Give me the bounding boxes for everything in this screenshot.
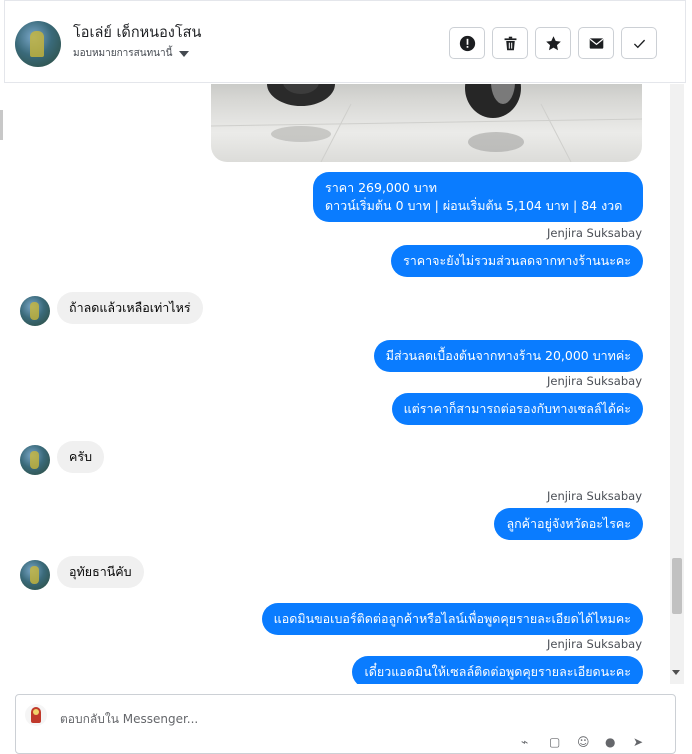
outgoing-message[interactable]: ลูกค้าอยู่จังหวัดอะไรคะ bbox=[494, 508, 643, 540]
left-edge-marker bbox=[0, 110, 3, 140]
caret-down-icon bbox=[179, 50, 190, 57]
delete-button[interactable] bbox=[492, 27, 528, 59]
outgoing-message[interactable]: เดี๋ยวแอดมินให้เซลล์ติดต่อพูดคุยรายละเอี… bbox=[352, 656, 643, 684]
mark-unread-button[interactable] bbox=[578, 27, 614, 59]
envelope-icon bbox=[589, 37, 603, 49]
contact-avatar-small[interactable] bbox=[20, 445, 50, 475]
assign-conversation-dropdown[interactable]: มอบหมายการสนทนานี้ bbox=[73, 46, 190, 61]
contact-avatar-small[interactable] bbox=[20, 560, 50, 590]
sticker-icon[interactable]: ● bbox=[605, 735, 619, 749]
outgoing-message[interactable]: มีส่วนลดเบื้องต้นจากทางร้าน 20,000 บาทค่… bbox=[373, 340, 643, 372]
attachment-icon[interactable]: ⌁ bbox=[521, 735, 535, 749]
scrollbar-thumb[interactable] bbox=[672, 558, 682, 614]
incoming-message[interactable]: อุทัยธานีคับ bbox=[57, 556, 144, 588]
message-text: ดาวน์เริ่มต้น 0 บาท | ผ่อนเริ่มต้น 5,104… bbox=[325, 198, 623, 213]
outgoing-message[interactable]: ราคาจะยังไม่รวมส่วนลดจากทางร้านนะคะ bbox=[391, 245, 643, 277]
page-avatar bbox=[25, 704, 47, 726]
star-icon bbox=[545, 35, 561, 50]
contact-avatar-small[interactable] bbox=[20, 296, 50, 326]
assign-label: มอบหมายการสนทนานี้ bbox=[73, 48, 173, 59]
outgoing-message[interactable]: แต่ราคาก็สามารถต่อรองกับทางเซลล์ได้ค่ะ bbox=[391, 393, 643, 425]
sender-name: Jenjira Suksabay bbox=[546, 637, 642, 651]
mark-done-button[interactable] bbox=[621, 27, 657, 59]
reply-input[interactable]: ตอบกลับใน Messenger... bbox=[60, 710, 198, 729]
incoming-message[interactable]: ครับ bbox=[57, 441, 105, 473]
incoming-message[interactable]: ถ้าลดแล้วเหลือเท่าไหร่ bbox=[57, 292, 203, 324]
sender-name: Jenjira Suksabay bbox=[546, 226, 642, 240]
composer-toolbar: ⌁ ▢ ☺ ● ➤ bbox=[521, 735, 647, 749]
image-icon[interactable]: ▢ bbox=[549, 735, 563, 749]
message-thread[interactable]: ราคา 269,000 บาท ดาวน์เริ่มต้น 0 บาท | ผ… bbox=[4, 84, 670, 684]
outgoing-message[interactable]: แอดมินขอเบอร์ติดต่อลูกค้าหรือไลน์เพื่อพู… bbox=[261, 603, 643, 635]
contact-avatar[interactable] bbox=[15, 21, 61, 67]
contact-name[interactable]: โอเล่ย์ เด็กหนองโสน bbox=[73, 21, 201, 44]
star-button[interactable] bbox=[535, 27, 571, 59]
emoji-icon[interactable]: ☺ bbox=[577, 735, 591, 749]
report-button[interactable] bbox=[449, 27, 485, 59]
car-photo-attachment[interactable] bbox=[211, 84, 642, 162]
exclamation-icon bbox=[459, 35, 475, 51]
outgoing-message[interactable]: ราคา 269,000 บาท ดาวน์เริ่มต้น 0 บาท | ผ… bbox=[313, 172, 643, 222]
check-icon bbox=[633, 39, 645, 48]
sender-name: Jenjira Suksabay bbox=[546, 374, 642, 388]
like-icon[interactable]: ➤ bbox=[633, 735, 647, 749]
trash-icon bbox=[504, 36, 516, 50]
reply-composer[interactable]: ตอบกลับใน Messenger... ⌁ ▢ ☺ ● ➤ bbox=[15, 694, 676, 754]
message-text: ราคา 269,000 บาท bbox=[325, 180, 437, 195]
sender-name: Jenjira Suksabay bbox=[546, 489, 642, 503]
car-wheels-image bbox=[211, 84, 642, 162]
scroll-down-arrow-icon[interactable] bbox=[672, 670, 680, 675]
conversation-header: โอเล่ย์ เด็กหนองโสน มอบหมายการสนทนานี้ bbox=[4, 0, 686, 83]
